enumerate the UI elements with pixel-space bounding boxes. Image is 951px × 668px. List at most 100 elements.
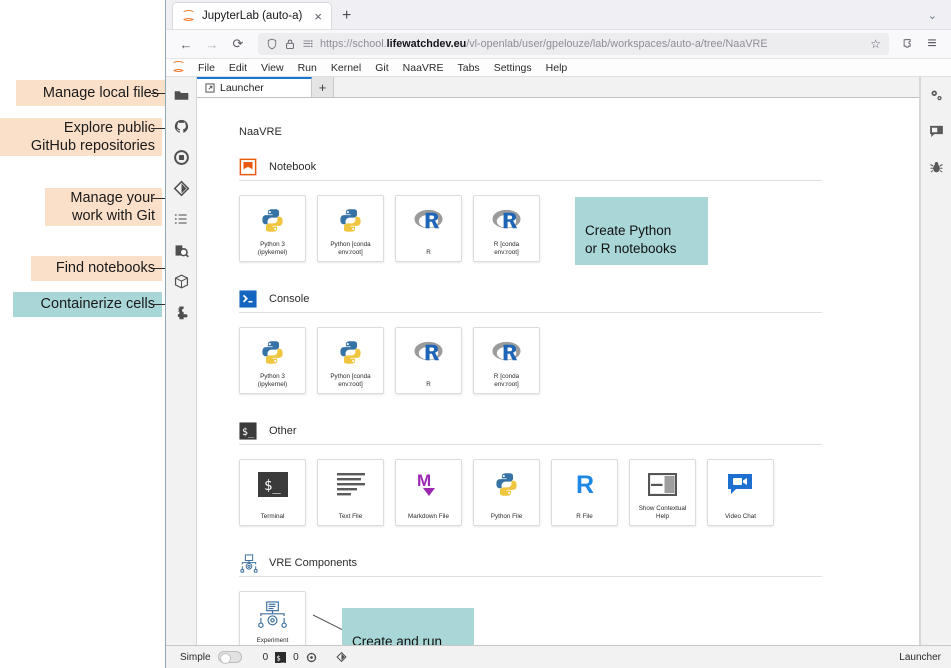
cube-icon[interactable]: [171, 271, 191, 291]
launcher-card-label: Python [conda env:root]: [330, 240, 371, 256]
puzzle-icon[interactable]: [171, 302, 191, 322]
launcher-card-label: R [conda env:root]: [493, 372, 520, 388]
section-label: Notebook: [269, 161, 317, 174]
launcher-card-python-file[interactable]: Python File: [473, 459, 540, 527]
launcher-card-label: R: [426, 248, 431, 256]
launcher-card-experiment-manager[interactable]: Experiment Manager: [239, 591, 306, 645]
menu-run[interactable]: Run: [291, 61, 324, 75]
launcher-card-terminal[interactable]: $_ Terminal: [239, 459, 306, 527]
annotation-explore-github: Explore public GitHub repositories: [0, 118, 162, 156]
folder-icon[interactable]: [171, 85, 191, 105]
dock-tab-bar-filler: [334, 77, 919, 98]
shield-icon: [267, 38, 277, 50]
python-icon: [493, 469, 520, 499]
menu-kernel[interactable]: Kernel: [324, 61, 368, 75]
r-icon: [491, 205, 522, 235]
close-icon[interactable]: ×: [311, 10, 325, 23]
menu-help[interactable]: Help: [539, 61, 575, 75]
menu-edit[interactable]: Edit: [222, 61, 254, 75]
menu-settings[interactable]: Settings: [487, 61, 539, 75]
svg-text:R: R: [576, 471, 594, 498]
github-icon[interactable]: [171, 116, 191, 136]
dock-tab-label: Launcher: [220, 82, 264, 95]
text-file-icon: [336, 469, 366, 499]
section-header-other: $_ Other: [239, 422, 883, 441]
list-icon[interactable]: [171, 209, 191, 229]
terminal-icon: $_: [257, 469, 288, 499]
annotation-find-notebooks: Find notebooks: [31, 256, 162, 281]
launcher-card-contextual-help[interactable]: Show Contextual Help: [629, 459, 696, 527]
current-mode-label: Launcher: [899, 651, 941, 663]
launcher-card-label: Python [conda env:root]: [330, 372, 371, 388]
launcher-card-video-chat[interactable]: Video Chat: [707, 459, 774, 527]
launcher-card-r-console[interactable]: R: [395, 327, 462, 395]
launcher-card-python3-console[interactable]: Python 3 (ipykernel): [239, 327, 306, 395]
git-diamond-icon[interactable]: [336, 651, 347, 663]
forward-button[interactable]: →: [200, 33, 224, 55]
simple-mode-label: Simple: [180, 651, 211, 663]
card-row-other: $_ Terminal Text File M Markdown File Py…: [239, 459, 883, 527]
reload-button[interactable]: ⟳: [226, 33, 250, 55]
launcher-card-text-file[interactable]: Text File: [317, 459, 384, 527]
launcher-card-python3-notebook[interactable]: Python 3 (ipykernel): [239, 195, 306, 263]
launcher-card-label: Text File: [338, 512, 363, 520]
launcher-card-label: R [conda env:root]: [493, 240, 520, 256]
launcher-card-r-file[interactable]: R R File: [551, 459, 618, 527]
svg-text:M: M: [417, 471, 431, 490]
address-bar[interactable]: https://school.lifewatchdev.eu/vl-openla…: [258, 33, 889, 55]
back-button[interactable]: ←: [174, 33, 198, 55]
launcher-card-python-conda-console[interactable]: Python [conda env:root]: [317, 327, 384, 395]
menu-file[interactable]: File: [191, 61, 222, 75]
app-menu-icon[interactable]: ≡: [921, 33, 943, 55]
experiment-manager-icon: [257, 601, 288, 631]
gears-icon[interactable]: [926, 85, 946, 105]
chevron-down-icon[interactable]: ⌄: [928, 9, 937, 22]
stop-circle-icon[interactable]: [171, 147, 191, 167]
bookmark-star-icon[interactable]: ☆: [870, 37, 881, 51]
search-notebooks-icon[interactable]: [171, 240, 191, 260]
launcher-card-r-conda-console[interactable]: R [conda env:root]: [473, 327, 540, 395]
dock-tab-launcher[interactable]: Launcher: [197, 77, 312, 98]
new-tab-button[interactable]: +: [332, 7, 361, 29]
launcher-card-label: Experiment Manager: [256, 636, 289, 645]
launcher-card-python-conda-notebook[interactable]: Python [conda env:root]: [317, 195, 384, 263]
launcher-card-label: Python File: [490, 512, 523, 520]
kernel-icon[interactable]: [306, 652, 317, 663]
launcher-card-label: Markdown File: [408, 512, 449, 520]
menu-naavre[interactable]: NaaVRE: [396, 61, 451, 75]
r-icon: [413, 205, 444, 235]
python-icon: [259, 205, 286, 235]
terminal-icon: $_: [239, 422, 257, 441]
add-tab-button[interactable]: +: [312, 77, 334, 98]
terminal-icon[interactable]: $_: [275, 651, 287, 663]
jupyter-logo-icon: [182, 9, 195, 23]
bug-icon[interactable]: [926, 157, 946, 177]
callout-create-workflows: Create and run workflows: [342, 608, 474, 645]
section-header-vre-components: VRE Components: [239, 554, 883, 574]
browser-tab[interactable]: JupyterLab (auto-a) ×: [172, 2, 332, 29]
reader-mode-icon[interactable]: [302, 38, 314, 50]
menu-view[interactable]: View: [254, 61, 291, 75]
launcher-card-markdown-file[interactable]: M Markdown File: [395, 459, 462, 527]
section-divider: [239, 180, 822, 182]
launcher-card-label: R: [426, 380, 431, 388]
menu-tabs[interactable]: Tabs: [451, 61, 487, 75]
launcher-card-r-conda-notebook[interactable]: R [conda env:root]: [473, 195, 540, 263]
section-label: Other: [269, 425, 297, 438]
annotation-label: Manage local files: [42, 84, 159, 101]
card-row-notebook: Python 3 (ipykernel) Python [conda env:r…: [239, 195, 883, 266]
simple-mode-toggle[interactable]: [217, 651, 242, 664]
extensions-icon[interactable]: [897, 33, 919, 55]
callout-text: Create and run workflows: [352, 634, 443, 645]
git-diamond-icon[interactable]: [171, 178, 191, 198]
launcher-card-r-notebook[interactable]: R: [395, 195, 462, 263]
menu-git[interactable]: Git: [368, 61, 395, 75]
jupyterlab-body: Launcher + NaaVRE Notebook Python 3 (ipy…: [166, 77, 951, 645]
kernels-count: 0: [293, 651, 299, 663]
chat-icon[interactable]: [926, 121, 946, 141]
python-icon: [259, 337, 286, 367]
jupyter-logo-icon: [172, 61, 185, 74]
launcher-card-label: Python 3 (ipykernel): [257, 372, 288, 388]
launcher-card-label: Python 3 (ipykernel): [257, 240, 288, 256]
launcher-card-label: Show Contextual Help: [638, 504, 687, 520]
